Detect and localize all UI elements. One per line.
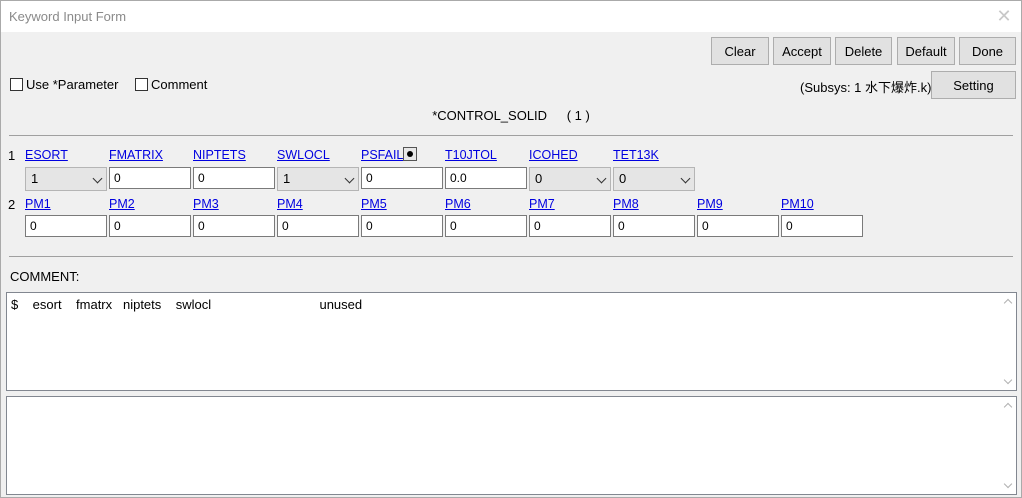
comment-checkbox[interactable]: Comment: [135, 77, 207, 92]
chevron-down-icon: [344, 173, 355, 184]
row-number-2: 2: [8, 197, 16, 212]
psfail-pick-button[interactable]: [403, 147, 417, 161]
keyword-heading: *CONTROL_SOLID ( 1 ): [1, 108, 1021, 123]
pm3-input[interactable]: 0: [193, 215, 275, 237]
separator: [9, 135, 1013, 136]
field-label-t10jtol[interactable]: T10JTOL: [445, 148, 497, 162]
clear-button[interactable]: Clear: [711, 37, 769, 65]
esort-value: 1: [31, 171, 39, 186]
scroll-down-icon[interactable]: [999, 373, 1016, 390]
swlocl-select[interactable]: 1: [277, 167, 359, 191]
pm8-input[interactable]: 0: [613, 215, 695, 237]
field-label-esort[interactable]: ESORT: [25, 148, 68, 162]
keyword-name: *CONTROL_SOLID: [432, 108, 548, 123]
field-label-pm4[interactable]: PM4: [277, 197, 303, 211]
chevron-down-icon: [92, 173, 103, 184]
field-label-pm6[interactable]: PM6: [445, 197, 471, 211]
delete-button[interactable]: Delete: [835, 37, 892, 65]
chevron-down-icon: [596, 173, 607, 184]
field-label-psfail[interactable]: PSFAIL: [361, 148, 403, 162]
row-number-1: 1: [8, 148, 16, 163]
field-label-icohed[interactable]: ICOHED: [529, 148, 578, 162]
field-label-pm2[interactable]: PM2: [109, 197, 135, 211]
scroll-up-icon[interactable]: [999, 293, 1016, 310]
close-icon[interactable]: ✕: [993, 6, 1015, 26]
pm6-input[interactable]: 0: [445, 215, 527, 237]
t10jtol-input[interactable]: 0.0: [445, 167, 527, 189]
chevron-down-icon: [680, 173, 691, 184]
setting-button[interactable]: Setting: [931, 71, 1016, 99]
comment-checkbox-label: Comment: [151, 77, 208, 92]
field-label-pm9[interactable]: PM9: [697, 197, 723, 211]
keyword-count: ( 1 ): [566, 108, 590, 123]
scroll-up-icon[interactable]: [999, 397, 1016, 414]
pm7-input[interactable]: 0: [529, 215, 611, 237]
field-label-pm8[interactable]: PM8: [613, 197, 639, 211]
field-label-pm7[interactable]: PM7: [529, 197, 555, 211]
use-parameter-label: Use *Parameter: [26, 77, 119, 92]
use-parameter-box[interactable]: [10, 78, 23, 91]
field-label-tet13k[interactable]: TET13K: [613, 148, 659, 162]
icohed-select[interactable]: 0: [529, 167, 611, 191]
pm10-input[interactable]: 0: [781, 215, 863, 237]
esort-select[interactable]: 1: [25, 167, 107, 191]
pm2-input[interactable]: 0: [109, 215, 191, 237]
swlocl-value: 1: [283, 171, 291, 186]
output-scrollbar[interactable]: [999, 397, 1016, 494]
field-label-pm5[interactable]: PM5: [361, 197, 387, 211]
field-label-niptets[interactable]: NIPTETS: [193, 148, 246, 162]
use-parameter-checkbox[interactable]: Use *Parameter: [10, 77, 118, 92]
field-label-pm3[interactable]: PM3: [193, 197, 219, 211]
done-button[interactable]: Done: [959, 37, 1016, 65]
pm4-input[interactable]: 0: [277, 215, 359, 237]
comment-line: $ esort fmatrx niptets swlocl unused: [11, 297, 363, 312]
pm5-input[interactable]: 0: [361, 215, 443, 237]
comment-scrollbar[interactable]: [999, 293, 1016, 390]
pm1-input[interactable]: 0: [25, 215, 107, 237]
scroll-down-icon[interactable]: [999, 477, 1016, 494]
field-label-fmatrix[interactable]: FMATRIX: [109, 148, 163, 162]
psfail-input[interactable]: 0: [361, 167, 443, 189]
tet13k-value: 0: [619, 171, 627, 186]
niptets-input[interactable]: 0: [193, 167, 275, 189]
keyword-output-textarea[interactable]: [6, 396, 1017, 495]
comment-textarea[interactable]: $ esort fmatrx niptets swlocl unused: [6, 292, 1017, 391]
comment-section-label: COMMENT:: [10, 269, 80, 284]
window-title: Keyword Input Form: [9, 9, 127, 24]
field-label-pm1[interactable]: PM1: [25, 197, 51, 211]
separator: [9, 256, 1013, 257]
comment-box[interactable]: [135, 78, 148, 91]
field-label-pm10[interactable]: PM10: [781, 197, 814, 211]
keyword-input-form-window: Keyword Input Form ✕ Clear Accept Delete…: [0, 0, 1022, 498]
field-label-swlocl[interactable]: SWLOCL: [277, 148, 330, 162]
tet13k-select[interactable]: 0: [613, 167, 695, 191]
subsys-label: (Subsys: 1 水下爆炸.k): [800, 80, 932, 95]
default-button[interactable]: Default: [897, 37, 955, 65]
fmatrix-input[interactable]: 0: [109, 167, 191, 189]
icohed-value: 0: [535, 171, 543, 186]
title-bar: Keyword Input Form ✕: [1, 1, 1021, 32]
pm9-input[interactable]: 0: [697, 215, 779, 237]
accept-button[interactable]: Accept: [773, 37, 831, 65]
dot-icon: [407, 151, 413, 157]
